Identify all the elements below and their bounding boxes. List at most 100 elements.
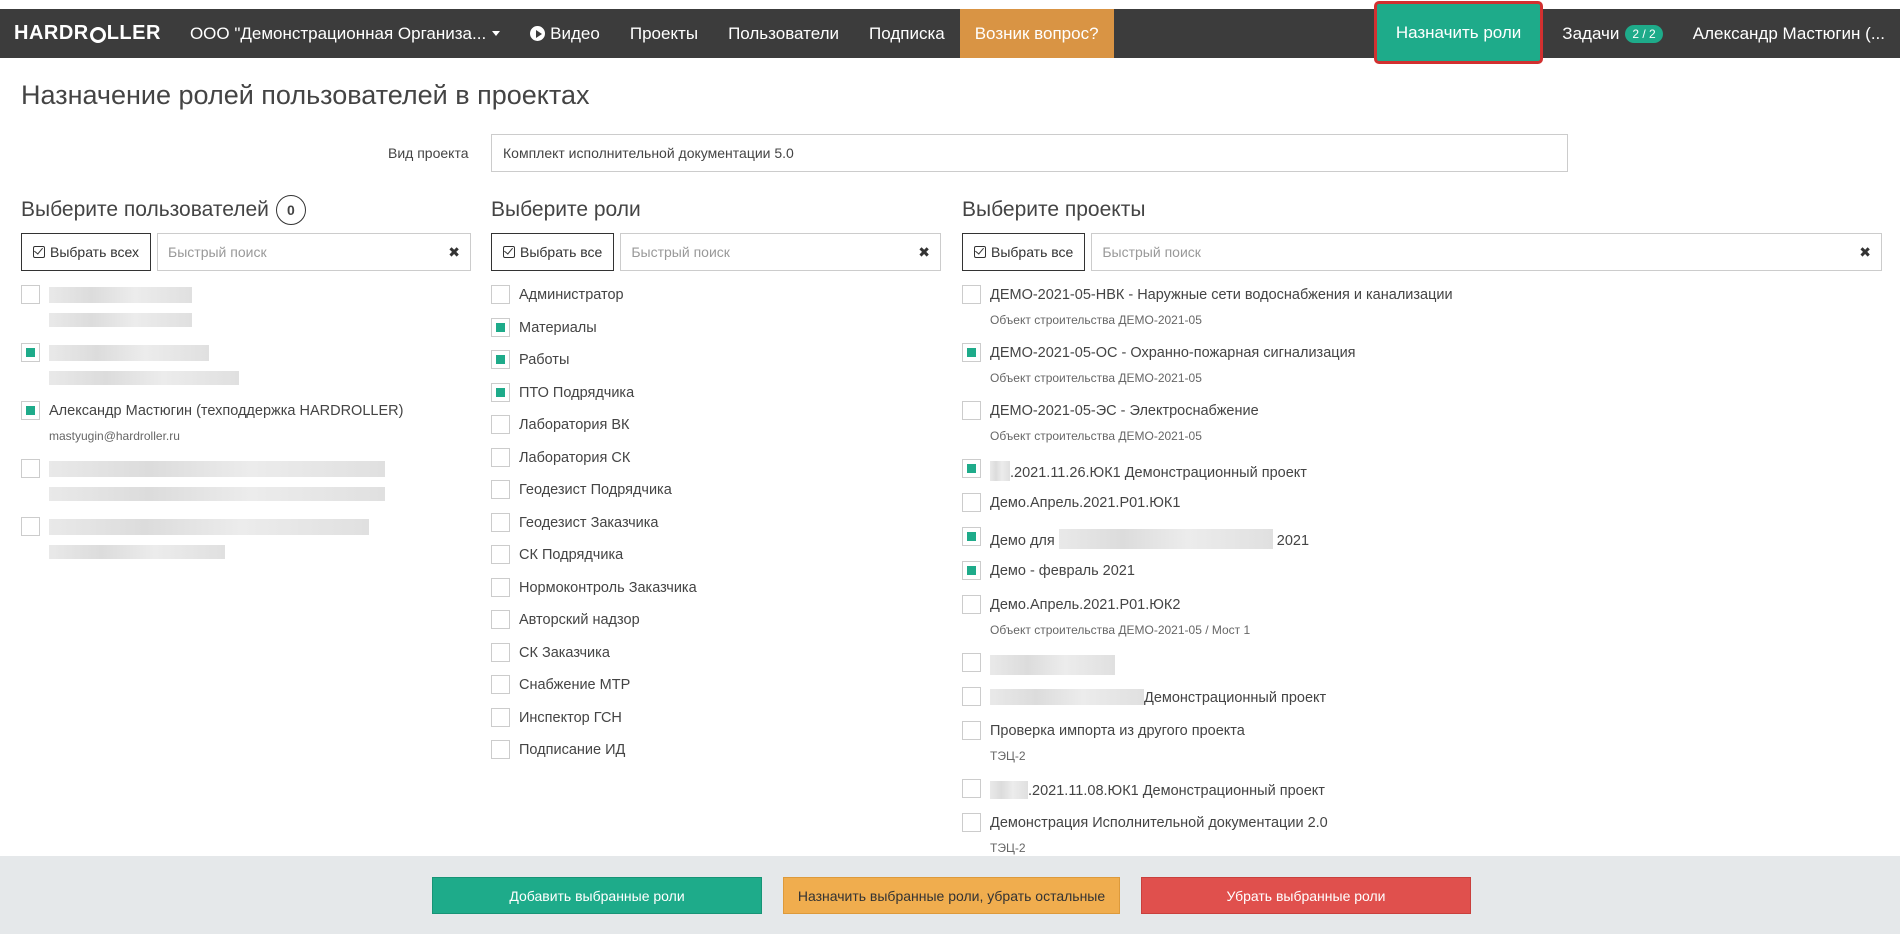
user-item[interactable] [21, 339, 471, 397]
select-all-roles-button[interactable]: Выбрать все [491, 233, 615, 271]
project-item[interactable]: Демо - февраль 2021 [962, 557, 1882, 591]
project-item[interactable]: .2021.11.08.ЮК1 Демонстрационный проект [962, 775, 1882, 809]
role-label: Нормоконтроль Заказчика [519, 579, 697, 596]
role-label: Инспектор ГСН [519, 709, 622, 726]
role-checkbox[interactable] [491, 642, 510, 662]
role-item[interactable]: Инспектор ГСН [491, 704, 941, 737]
user-menu[interactable]: Александр Мастюгин (... [1678, 9, 1900, 58]
close-icon[interactable]: ✖ [448, 244, 460, 261]
project-checkbox[interactable] [962, 813, 981, 832]
project-checkbox[interactable] [962, 459, 981, 478]
role-checkbox[interactable] [491, 740, 510, 759]
role-item[interactable]: Работы [491, 346, 941, 379]
user-item[interactable] [21, 455, 471, 513]
select-all-users-button[interactable]: Выбрать всех [21, 233, 152, 271]
project-checkbox[interactable] [962, 527, 981, 546]
role-item[interactable]: Администратор [491, 281, 941, 314]
user-checkbox[interactable] [21, 401, 40, 420]
role-checkbox[interactable] [491, 577, 510, 597]
users-search-input[interactable] [168, 244, 449, 260]
project-item[interactable]: Проверка импорта из другого проекта ТЭЦ-2 [962, 717, 1882, 775]
blurred-text [49, 313, 192, 327]
nav-tasks[interactable]: Задачи 2 / 2 [1547, 9, 1677, 58]
role-item[interactable]: ПТО Подрядчика [491, 379, 941, 412]
project-checkbox[interactable] [962, 721, 981, 740]
project-label: Проверка импорта из другого проекта [990, 723, 1245, 739]
role-label: Снабжение МТР [519, 677, 631, 693]
role-item[interactable]: Геодезист Подрядчика [491, 476, 941, 509]
roles-search-input[interactable] [631, 244, 919, 260]
role-checkbox[interactable] [491, 317, 510, 337]
assign-selected-roles-button[interactable]: Назначить выбранные роли, убрать остальн… [783, 877, 1120, 914]
nav-question-button[interactable]: Возник вопрос? [959, 9, 1114, 58]
nav-assign-roles-button[interactable]: Назначить роли [1373, 1, 1544, 64]
project-item[interactable]: Демо.Апрель.2021.Р01.ЮК1 [962, 489, 1882, 523]
user-checkbox[interactable] [21, 517, 40, 536]
role-checkbox[interactable] [491, 350, 510, 369]
role-checkbox[interactable] [491, 415, 510, 434]
role-item[interactable]: Снабжение МТР [491, 671, 941, 704]
blurred-text [49, 287, 192, 303]
project-checkbox[interactable] [962, 595, 981, 614]
nav-video[interactable]: Видео [515, 9, 615, 58]
role-item[interactable]: СК Подрядчика [491, 541, 941, 574]
user-item[interactable]: Александр Мастюгин (техподдержка HARDROL… [21, 397, 471, 455]
project-checkbox[interactable] [962, 561, 981, 580]
remove-selected-roles-button[interactable]: Убрать выбранные роли [1141, 877, 1471, 914]
close-icon[interactable]: ✖ [918, 244, 930, 261]
role-item[interactable]: СК Заказчика [491, 639, 941, 672]
blurred-text [1058, 529, 1273, 549]
project-item[interactable]: ДЕМО-2021-05-НВК - Наружные сети водосна… [962, 281, 1882, 339]
nav-users[interactable]: Пользователи [713, 9, 854, 58]
project-checkbox[interactable] [962, 343, 981, 362]
project-item[interactable]: .2021.11.26.ЮК1 Демонстрационный проект [962, 455, 1882, 489]
role-item[interactable]: Материалы [491, 314, 941, 347]
projects-search-input[interactable] [1102, 244, 1860, 260]
role-label: Администратор [519, 287, 624, 303]
role-item[interactable]: Геодезист Заказчика [491, 509, 941, 542]
role-item[interactable]: Подписание ИД [491, 736, 941, 769]
project-item[interactable]: ДЕМО-2021-05-ЭС - Электроснабжение Объект… [962, 397, 1882, 455]
project-checkbox[interactable] [962, 285, 981, 304]
role-item[interactable]: Нормоконтроль Заказчика [491, 574, 941, 607]
role-checkbox[interactable] [491, 285, 510, 304]
roles-search: ✖ [620, 233, 941, 271]
project-checkbox[interactable] [962, 653, 981, 672]
nav-tasks-label: Задачи [1562, 23, 1620, 43]
role-item[interactable]: Лаборатория СК [491, 444, 941, 477]
project-item[interactable]: Демо для 2021 [962, 523, 1882, 557]
role-checkbox[interactable] [491, 675, 510, 694]
brand-logo[interactable]: HARDR LLER [0, 9, 175, 58]
user-item[interactable] [21, 281, 471, 339]
close-icon[interactable]: ✖ [1859, 244, 1871, 261]
blurred-text [990, 781, 1028, 799]
org-dropdown[interactable]: ООО "Демонстрационная Организа... [175, 9, 515, 58]
nav-subscription[interactable]: Подписка [854, 9, 960, 58]
project-item[interactable]: Демонстрационный проект [962, 683, 1882, 717]
user-item[interactable] [21, 513, 471, 571]
role-checkbox[interactable] [491, 610, 510, 629]
users-title-text: Выберите пользователей [21, 198, 269, 221]
role-checkbox[interactable] [491, 382, 510, 402]
user-checkbox[interactable] [21, 459, 40, 478]
role-checkbox[interactable] [491, 545, 510, 564]
role-checkbox[interactable] [491, 447, 510, 467]
project-type-select[interactable]: Комплект исполнительной документации 5.0 [491, 134, 1568, 172]
role-checkbox[interactable] [491, 480, 510, 499]
project-item[interactable]: Демо.Апрель.2021.Р01.ЮК2 Объект строитель… [962, 591, 1882, 649]
project-item[interactable]: ДЕМО-2021-05-ОС - Охранно-пожарная сигна… [962, 339, 1882, 397]
role-checkbox[interactable] [491, 512, 510, 532]
project-checkbox[interactable] [962, 687, 981, 706]
role-item[interactable]: Авторский надзор [491, 606, 941, 639]
project-checkbox[interactable] [962, 401, 981, 420]
project-item[interactable] [962, 649, 1882, 683]
select-all-projects-button[interactable]: Выбрать все [962, 233, 1086, 271]
role-checkbox[interactable] [491, 707, 510, 727]
nav-projects[interactable]: Проекты [615, 9, 713, 58]
user-checkbox[interactable] [21, 285, 40, 304]
project-checkbox[interactable] [962, 779, 981, 798]
project-checkbox[interactable] [962, 493, 981, 512]
user-checkbox[interactable] [21, 343, 40, 362]
role-item[interactable]: Лаборатория ВК [491, 411, 941, 444]
add-selected-roles-button[interactable]: Добавить выбранные роли [432, 877, 762, 914]
